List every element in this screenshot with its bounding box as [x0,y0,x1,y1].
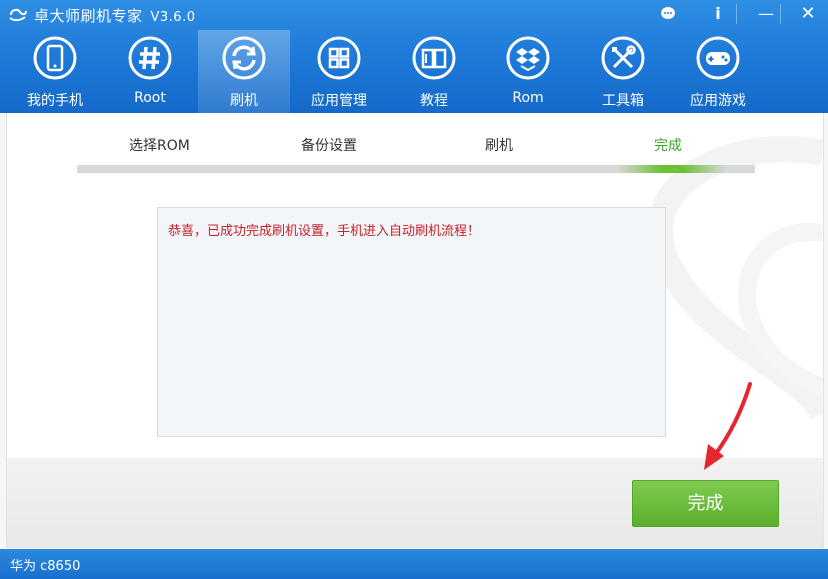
app-logo-icon [9,8,27,22]
status-bar: 华为 c8650 [0,549,828,579]
tools-icon [601,36,645,80]
nav-label: Rom [512,90,544,106]
nav-label: 我的手机 [27,93,83,109]
step-select-rom: 选择ROM [129,138,190,154]
nav-label: 工具箱 [602,93,644,109]
close-button[interactable]: ✕ [790,0,826,28]
chat-button[interactable] [650,0,686,28]
gamepad-icon [696,36,740,80]
step-backup-settings: 备份设置 [301,138,357,154]
main-nav: 我的手机 Root 刷机 应用管理 教程 Rom 工具箱 应用游戏 [0,30,828,113]
nav-item-app-manager[interactable]: 应用管理 [293,30,385,113]
success-message: 恭喜，已成功完成刷机设置，手机进入自动刷机流程！ [168,224,481,239]
title-bar: 卓大师刷机专家 V3.6.0 i — ✕ [0,0,828,30]
nav-item-toolbox[interactable]: 工具箱 [577,30,669,113]
progress-indicator [617,165,727,173]
nav-label: 教程 [420,93,448,109]
nav-label: 应用游戏 [690,93,746,109]
app-name: 卓大师刷机专家 [34,7,143,25]
chat-bubble-icon [661,7,675,19]
finish-button[interactable]: 完成 [632,480,779,527]
nav-item-rom[interactable]: Rom [482,30,574,113]
refresh-icon [222,36,266,80]
nav-item-my-phone[interactable]: 我的手机 [9,30,101,113]
nav-label: Root [134,90,166,106]
app-window: 卓大师刷机专家 V3.6.0 i — ✕ 我的手机 Root 刷机 应用管理 教… [0,0,828,579]
device-name: 华为 c8650 [10,559,81,574]
nav-item-root[interactable]: Root [104,30,196,113]
titlebar-divider [736,4,737,24]
step-flash: 刷机 [485,138,513,154]
dropbox-icon [506,36,550,80]
log-panel: 恭喜，已成功完成刷机设置，手机进入自动刷机流程！ [157,207,666,437]
nav-item-apps-games[interactable]: 应用游戏 [672,30,764,113]
info-button[interactable]: i [700,0,736,28]
nav-label: 应用管理 [311,93,367,109]
header: 卓大师刷机专家 V3.6.0 i — ✕ 我的手机 Root 刷机 应用管理 教… [0,0,828,113]
step-progress-bar [77,165,755,173]
nav-label: 刷机 [230,93,258,109]
phone-icon [33,36,77,80]
minimize-button[interactable]: — [748,0,784,28]
step-complete: 完成 [654,138,682,154]
hash-icon [128,36,172,80]
annotation-arrow-icon [704,382,752,470]
app-title: 卓大师刷机专家 V3.6.0 [34,5,196,26]
grid-icon [317,36,361,80]
nav-item-tutorial[interactable]: 教程 [388,30,480,113]
app-version: V3.6.0 [150,10,196,25]
book-icon [412,36,456,80]
nav-item-flash[interactable]: 刷机 [198,30,290,113]
